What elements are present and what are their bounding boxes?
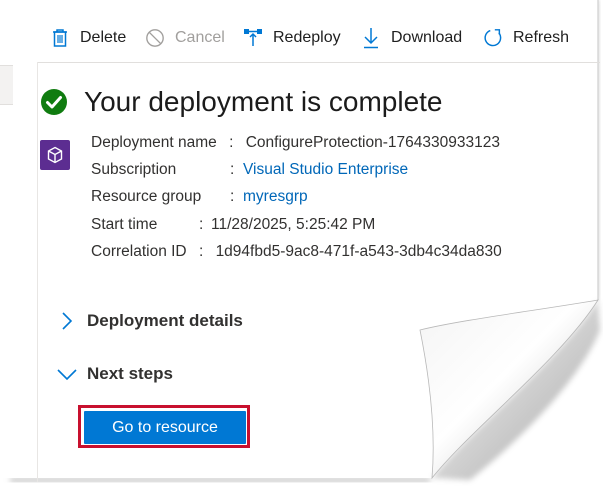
deployment-name-label: Deployment name	[91, 134, 217, 151]
start-time-row: Start time : 11/28/2025, 5:25:42 PM	[91, 213, 375, 237]
correlation-id-value: 1d94fbd5-9ac8-471f-a543-3db4c34da830	[215, 243, 502, 260]
deployment-details-toggle[interactable]: Deployment details	[56, 306, 243, 336]
next-steps-toggle[interactable]: Next steps	[56, 359, 173, 389]
go-to-resource-button[interactable]: Go to resource	[84, 411, 246, 444]
separator: :	[229, 134, 234, 151]
deployment-name-row: Deployment name : ConfigureProtection-17…	[91, 131, 500, 155]
deployment-page: Delete Cancel Redeploy Download Refresh …	[0, 0, 603, 493]
separator: :	[198, 243, 204, 260]
resource-group-label: Resource group	[91, 188, 202, 205]
cancel-button[interactable]: Cancel	[145, 18, 225, 58]
deployment-status-header: Your deployment is complete	[40, 82, 443, 122]
subscription-row: Subscription : Visual Studio Enterprise	[91, 158, 408, 182]
refresh-icon	[483, 27, 503, 49]
blade-left-border	[37, 62, 38, 482]
chevron-right-icon	[56, 310, 78, 332]
resource-group-link[interactable]: myresgrp	[243, 185, 308, 209]
subscription-label: Subscription	[91, 161, 177, 178]
deployment-overview-screen: Delete Cancel Redeploy Download Refresh …	[0, 0, 603, 493]
refresh-button[interactable]: Refresh	[483, 18, 569, 58]
success-check-icon	[41, 89, 67, 115]
deployment-details-label: Deployment details	[87, 311, 243, 330]
download-button[interactable]: Download	[361, 18, 462, 58]
resource-cube-icon	[40, 140, 70, 170]
redeploy-label: Redeploy	[273, 29, 341, 46]
delete-label: Delete	[80, 29, 127, 46]
correlation-id-row: Correlation ID : 1d94fbd5-9ac8-471f-a543…	[91, 240, 502, 264]
cancel-circle-icon	[145, 27, 165, 49]
correlation-id-label: Correlation ID	[91, 243, 187, 260]
chevron-down-icon	[56, 363, 78, 385]
download-icon	[361, 27, 381, 49]
command-toolbar: Delete Cancel Redeploy Download Refresh	[0, 18, 600, 58]
page-title: Your deployment is complete	[84, 86, 443, 117]
separator: :	[230, 188, 235, 205]
redeploy-button[interactable]: Redeploy	[243, 18, 341, 58]
next-steps-label: Next steps	[87, 364, 173, 383]
download-label: Download	[391, 29, 463, 46]
separator: :	[199, 216, 204, 233]
refresh-label: Refresh	[513, 29, 570, 46]
redeploy-icon	[243, 27, 263, 49]
subscription-link[interactable]: Visual Studio Enterprise	[243, 158, 408, 182]
start-time-value: 11/28/2025, 5:25:42 PM	[211, 216, 376, 233]
background-blade-stub	[0, 65, 13, 105]
deployment-name-value: ConfigureProtection-1764330933123	[245, 134, 500, 151]
delete-button[interactable]: Delete	[50, 18, 126, 58]
toolbar-divider	[38, 62, 600, 63]
start-time-label: Start time	[91, 216, 158, 233]
resource-group-row: Resource group : myresgrp	[91, 185, 308, 209]
separator: :	[230, 161, 235, 178]
trash-icon	[50, 27, 70, 49]
cancel-label: Cancel	[175, 29, 225, 46]
